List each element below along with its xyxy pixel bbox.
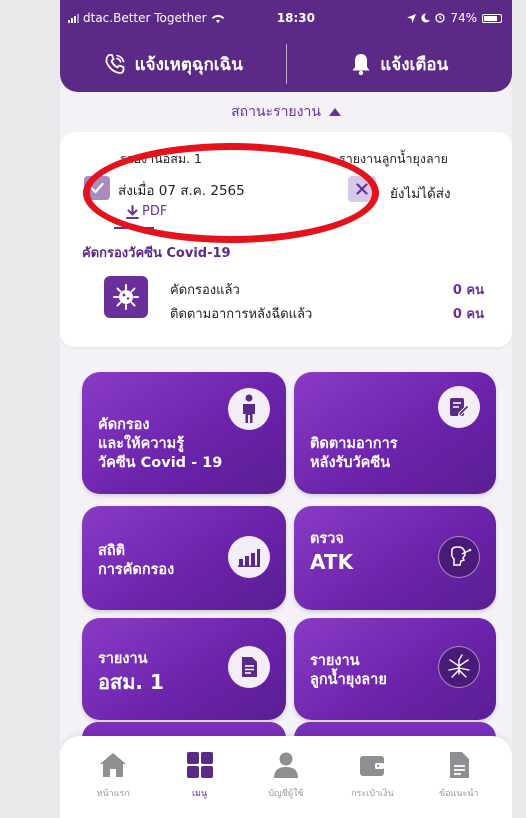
report-status-toggle[interactable]: สถานะรายงาน — [60, 92, 512, 132]
alarm-icon — [435, 13, 445, 23]
menu-tile-larva-report[interactable]: รายงาน ลูกน้ำยุงลาย — [294, 618, 496, 720]
phone-call-icon — [105, 54, 125, 74]
nav-tips-label: ข้อแนะนำ — [438, 789, 479, 799]
tile4-line1: ตรวจ — [310, 531, 344, 547]
signal-icon — [68, 13, 79, 23]
bar-chart-icon — [228, 536, 270, 578]
notifications-label: แจ้งเตือน — [380, 54, 449, 75]
moon-icon — [421, 13, 431, 23]
phone-screen: dtac.Better Together 18:30 74% แจ้งเหตุฉ… — [60, 0, 512, 818]
top-action-bar: แจ้งเหตุฉุกเฉิน แจ้งเตือน — [60, 36, 512, 92]
emergency-report-label: แจ้งเหตุฉุกเฉิน — [134, 54, 243, 75]
battery-percent: 74% — [450, 11, 477, 25]
report-status-label: สถานะรายงาน — [231, 104, 321, 120]
menu-tile-vaccine-screening[interactable]: คัดกรอง และให้ความรู้ วัคซีน Covid - 19 — [82, 372, 286, 494]
covid-followup-count: 0 คน — [452, 307, 484, 322]
document-icon — [228, 646, 270, 688]
wifi-icon — [211, 14, 224, 23]
menu-tile-vaccine-followup[interactable]: ติดตามอาการ หลังรับวัคซีน — [294, 372, 496, 494]
virus-icon — [104, 276, 148, 318]
covid-screened-label: คัดกรองแล้ว — [170, 283, 240, 298]
notifications-button[interactable]: แจ้งเตือน — [287, 36, 513, 92]
battery-icon — [481, 13, 502, 23]
larva-status: ยังไม่ได้ส่ง — [390, 186, 451, 202]
nav-wallet-label: กระเป๋าเงิน — [351, 789, 394, 799]
larva-not-sent-mark — [348, 176, 376, 202]
caret-up-icon — [328, 108, 341, 116]
location-icon — [407, 13, 417, 23]
tile2-line1: ติดตามอาการ — [310, 436, 398, 452]
tile1-line1: คัดกรอง — [98, 417, 150, 433]
mosquito-icon — [438, 646, 480, 688]
edit-note-icon — [438, 386, 480, 428]
bell-icon — [352, 54, 370, 76]
tile4-line2: ATK — [310, 550, 354, 574]
file-icon — [449, 752, 469, 778]
download-icon — [126, 204, 139, 219]
covid-screened-count: 0 คน — [452, 283, 484, 298]
carrier-label: dtac.Better Together — [83, 11, 207, 25]
pdf-underline — [114, 227, 154, 229]
tile3-line1: สถิติ — [98, 543, 126, 559]
tile2-line2: หลังรับวัคซีน — [310, 455, 391, 471]
tile1-line2: และให้ความรู้ — [98, 436, 184, 452]
tile5-line2: อสม. 1 — [98, 670, 164, 694]
nav-account-label: บัญชีผู้ใช้ — [268, 789, 304, 799]
osm1-sent-date: ส่งเมื่อ 07 ส.ค. 2565 — [118, 183, 245, 199]
tile1-line3: วัคซีน Covid - 19 — [98, 455, 223, 471]
nav-home-label: หน้าแรก — [96, 789, 130, 799]
person-icon — [228, 388, 270, 430]
osm1-sent-checkbox — [84, 176, 110, 200]
covid-section-title: คัดกรองวัคซีน Covid-19 — [82, 246, 231, 261]
user-icon — [273, 752, 298, 778]
nose-swab-icon — [438, 536, 480, 578]
osm1-report-title: รายงานอสม. 1 — [120, 151, 203, 166]
grid-icon — [186, 752, 213, 778]
tile5-line1: รายงาน — [98, 651, 148, 667]
wallet-icon — [360, 756, 385, 776]
pdf-label: PDF — [142, 204, 168, 219]
nav-wallet[interactable]: กระเป๋าเงิน — [333, 736, 411, 818]
clock: 18:30 — [276, 11, 316, 25]
tile3-line2: การคัดกรอง — [98, 562, 175, 578]
x-icon — [356, 183, 368, 195]
covid-followup-label: ติดตามอาการหลังฉีดแล้ว — [170, 307, 313, 322]
status-bar: dtac.Better Together 18:30 74% — [60, 0, 512, 36]
nav-account[interactable]: บัญชีผู้ใช้ — [247, 736, 325, 818]
nav-home[interactable]: หน้าแรก — [74, 736, 152, 818]
osm1-pdf-link[interactable]: PDF — [126, 204, 167, 219]
menu-tile-osm1-report[interactable]: รายงาน อสม. 1 — [82, 618, 286, 720]
menu-tile-screening-stats[interactable]: สถิติ การคัดกรอง — [82, 506, 286, 610]
nav-menu[interactable]: เมนู — [161, 736, 239, 818]
nav-menu-label: เมนู — [191, 789, 208, 799]
menu-tile-atk-test[interactable]: ตรวจ ATK — [294, 506, 496, 610]
home-icon — [100, 753, 127, 777]
tile6-line1: รายงาน — [310, 653, 360, 669]
nav-tips[interactable]: ข้อแนะนำ — [420, 736, 498, 818]
tile6-line2: ลูกน้ำยุงลาย — [310, 672, 387, 688]
bottom-navigation: หน้าแรก เมนู บัญชีผู้ใช้ กระเป๋าเงิน ข้อ… — [60, 736, 512, 818]
larva-report-title: รายงานลูกน้ำยุงลาย — [339, 151, 448, 166]
check-icon — [90, 182, 104, 194]
emergency-report-button[interactable]: แจ้งเหตุฉุกเฉิน — [60, 36, 286, 92]
